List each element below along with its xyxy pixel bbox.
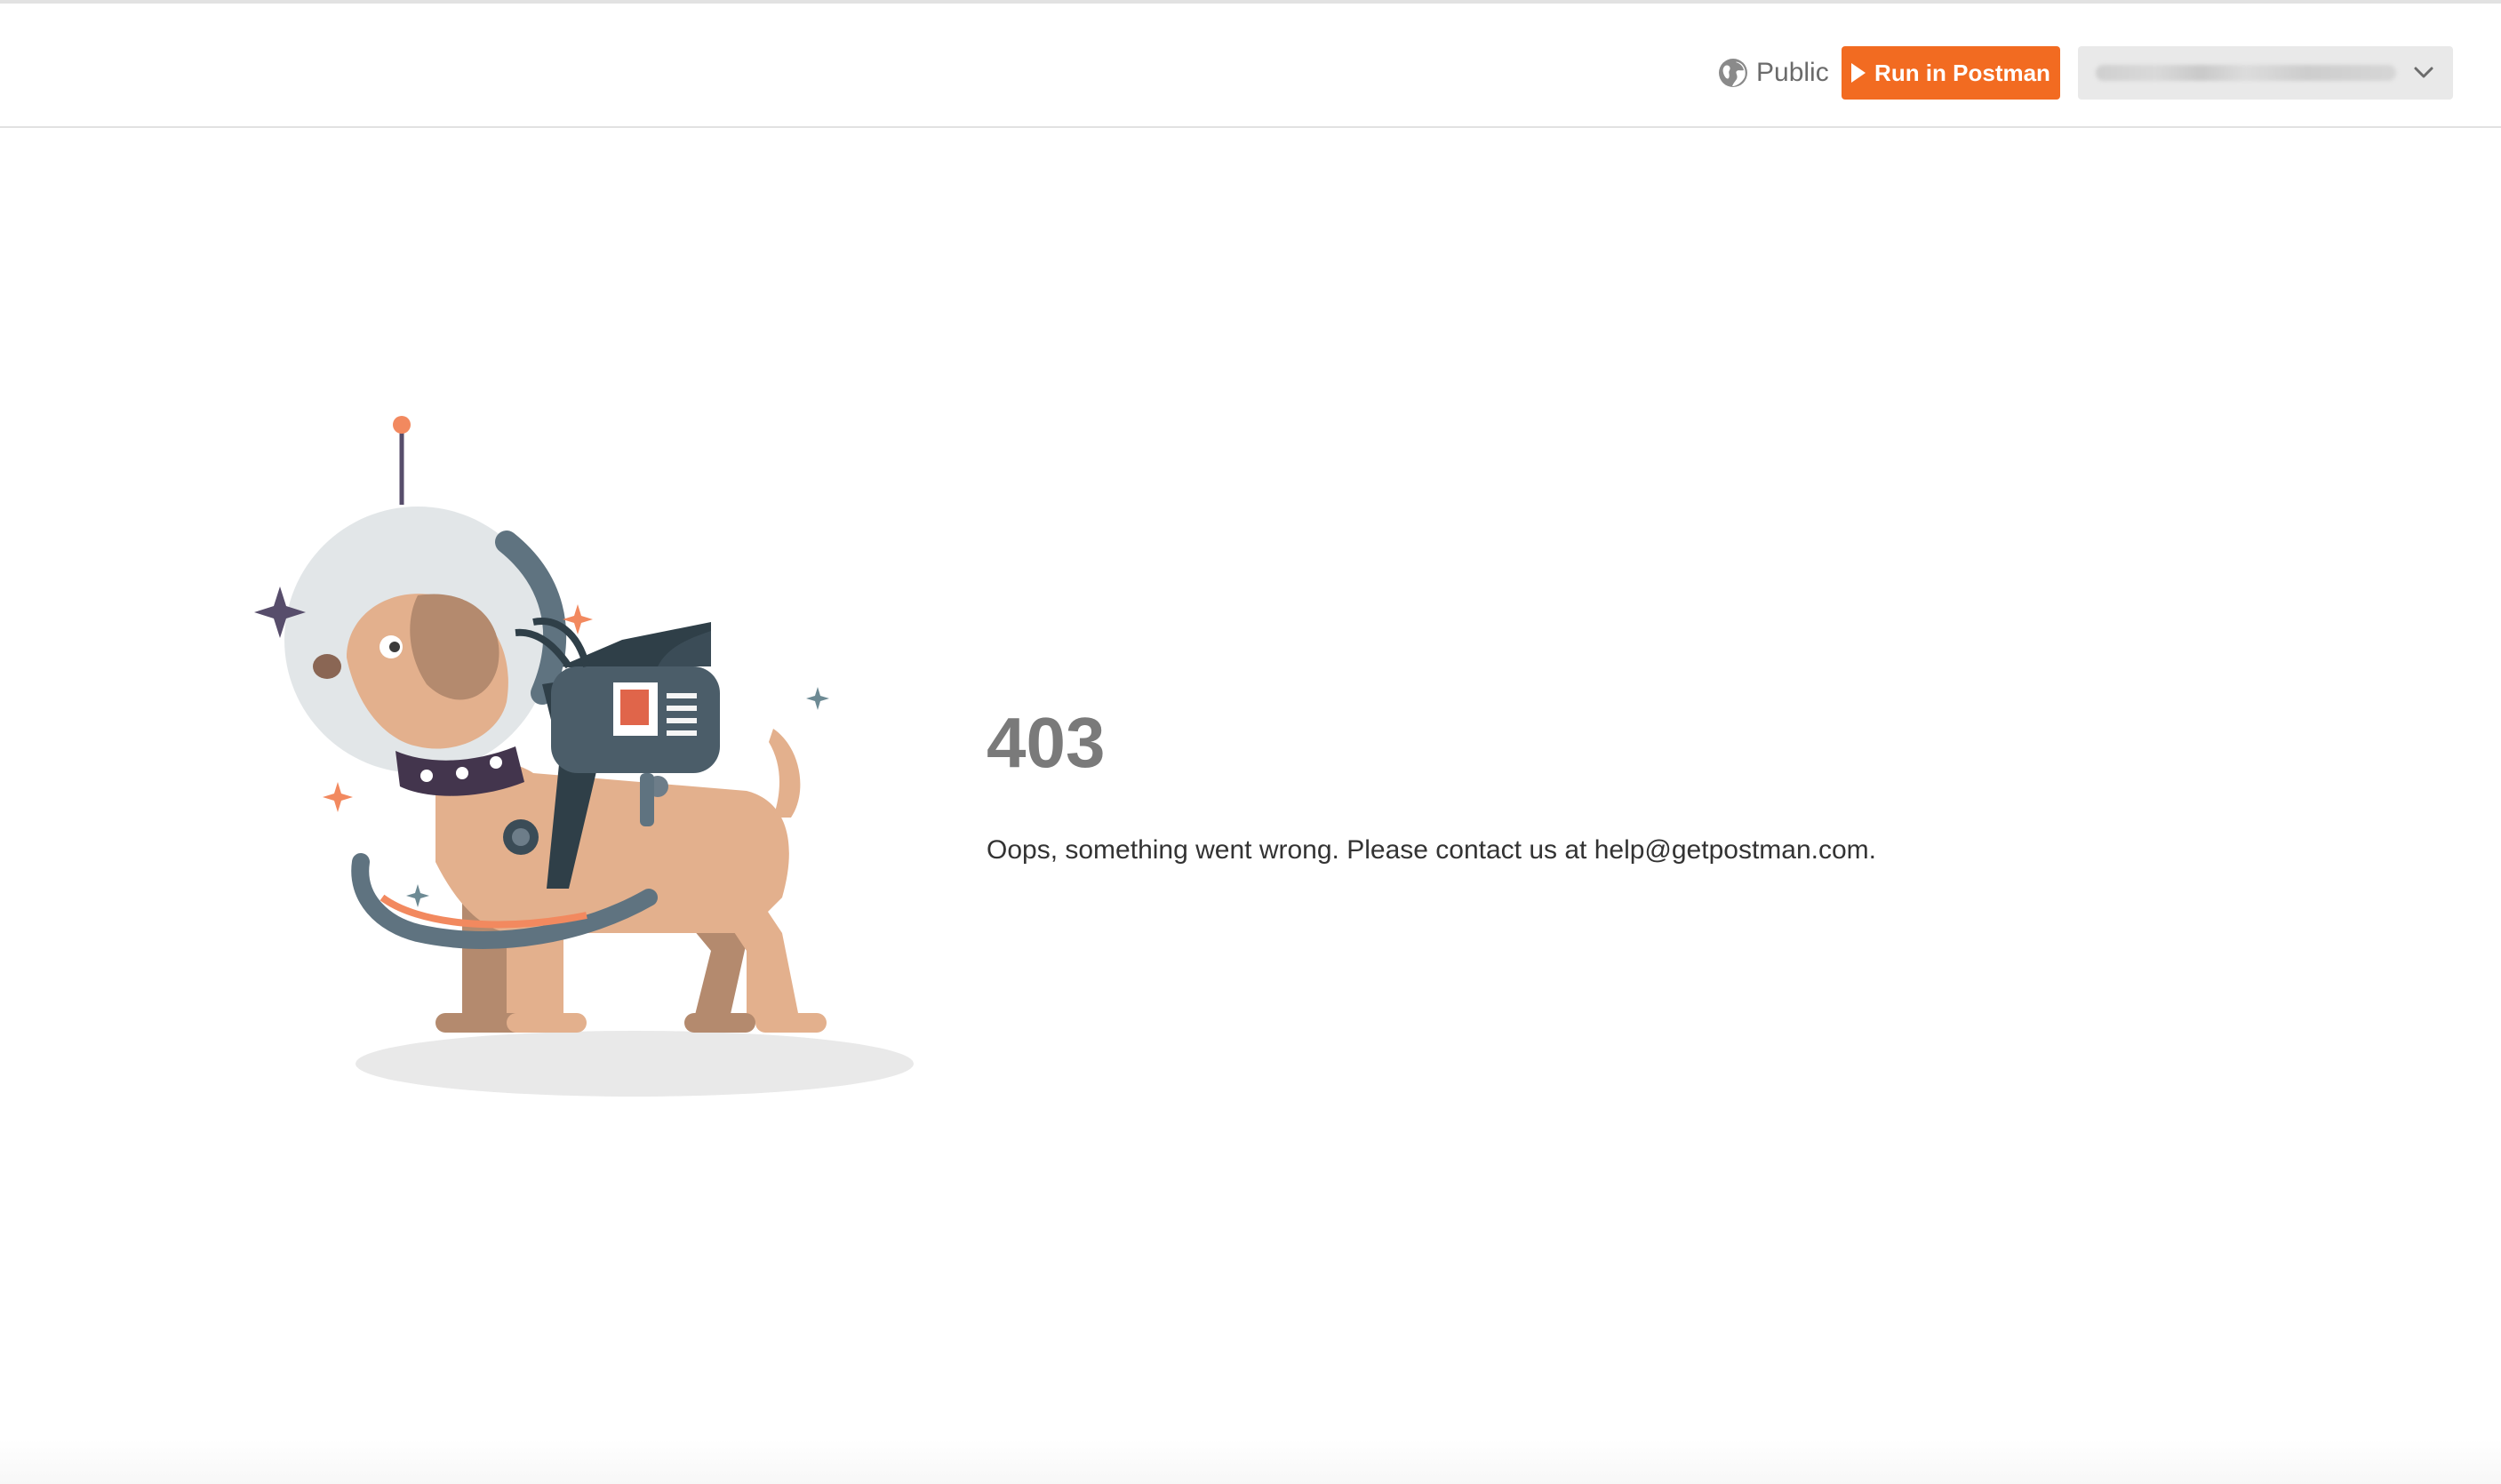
- environment-select-value: [2096, 65, 2396, 81]
- page: Public Run in Postman 403 Oops, somethin…: [0, 0, 2501, 1484]
- environment-select[interactable]: [2078, 46, 2453, 100]
- play-icon: [1851, 63, 1866, 83]
- visibility-indicator[interactable]: Public: [1717, 55, 1829, 91]
- error-code: 403: [987, 703, 1106, 782]
- globe-icon: [1719, 59, 1747, 87]
- visibility-label: Public: [1756, 58, 1829, 87]
- space-dog-illustration: [254, 416, 914, 1097]
- chevron-down-icon: [2414, 67, 2433, 78]
- error-message: Oops, something went wrong. Please conta…: [987, 835, 1876, 865]
- run-button-label: Run in Postman: [1874, 59, 2050, 86]
- bottom-fade: [0, 1440, 2501, 1484]
- ground-shadow: [356, 1031, 914, 1097]
- run-in-postman-button[interactable]: Run in Postman: [1842, 46, 2060, 100]
- top-bar: Public Run in Postman: [0, 0, 2501, 128]
